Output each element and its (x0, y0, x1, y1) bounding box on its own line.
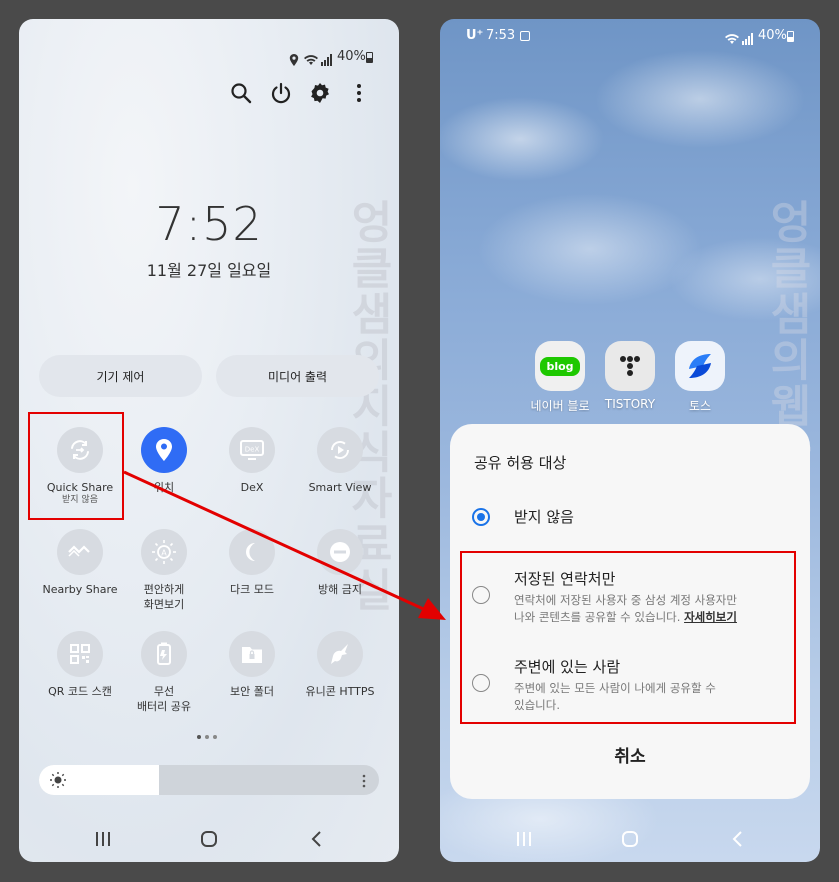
annotation-arrow (123, 470, 446, 620)
